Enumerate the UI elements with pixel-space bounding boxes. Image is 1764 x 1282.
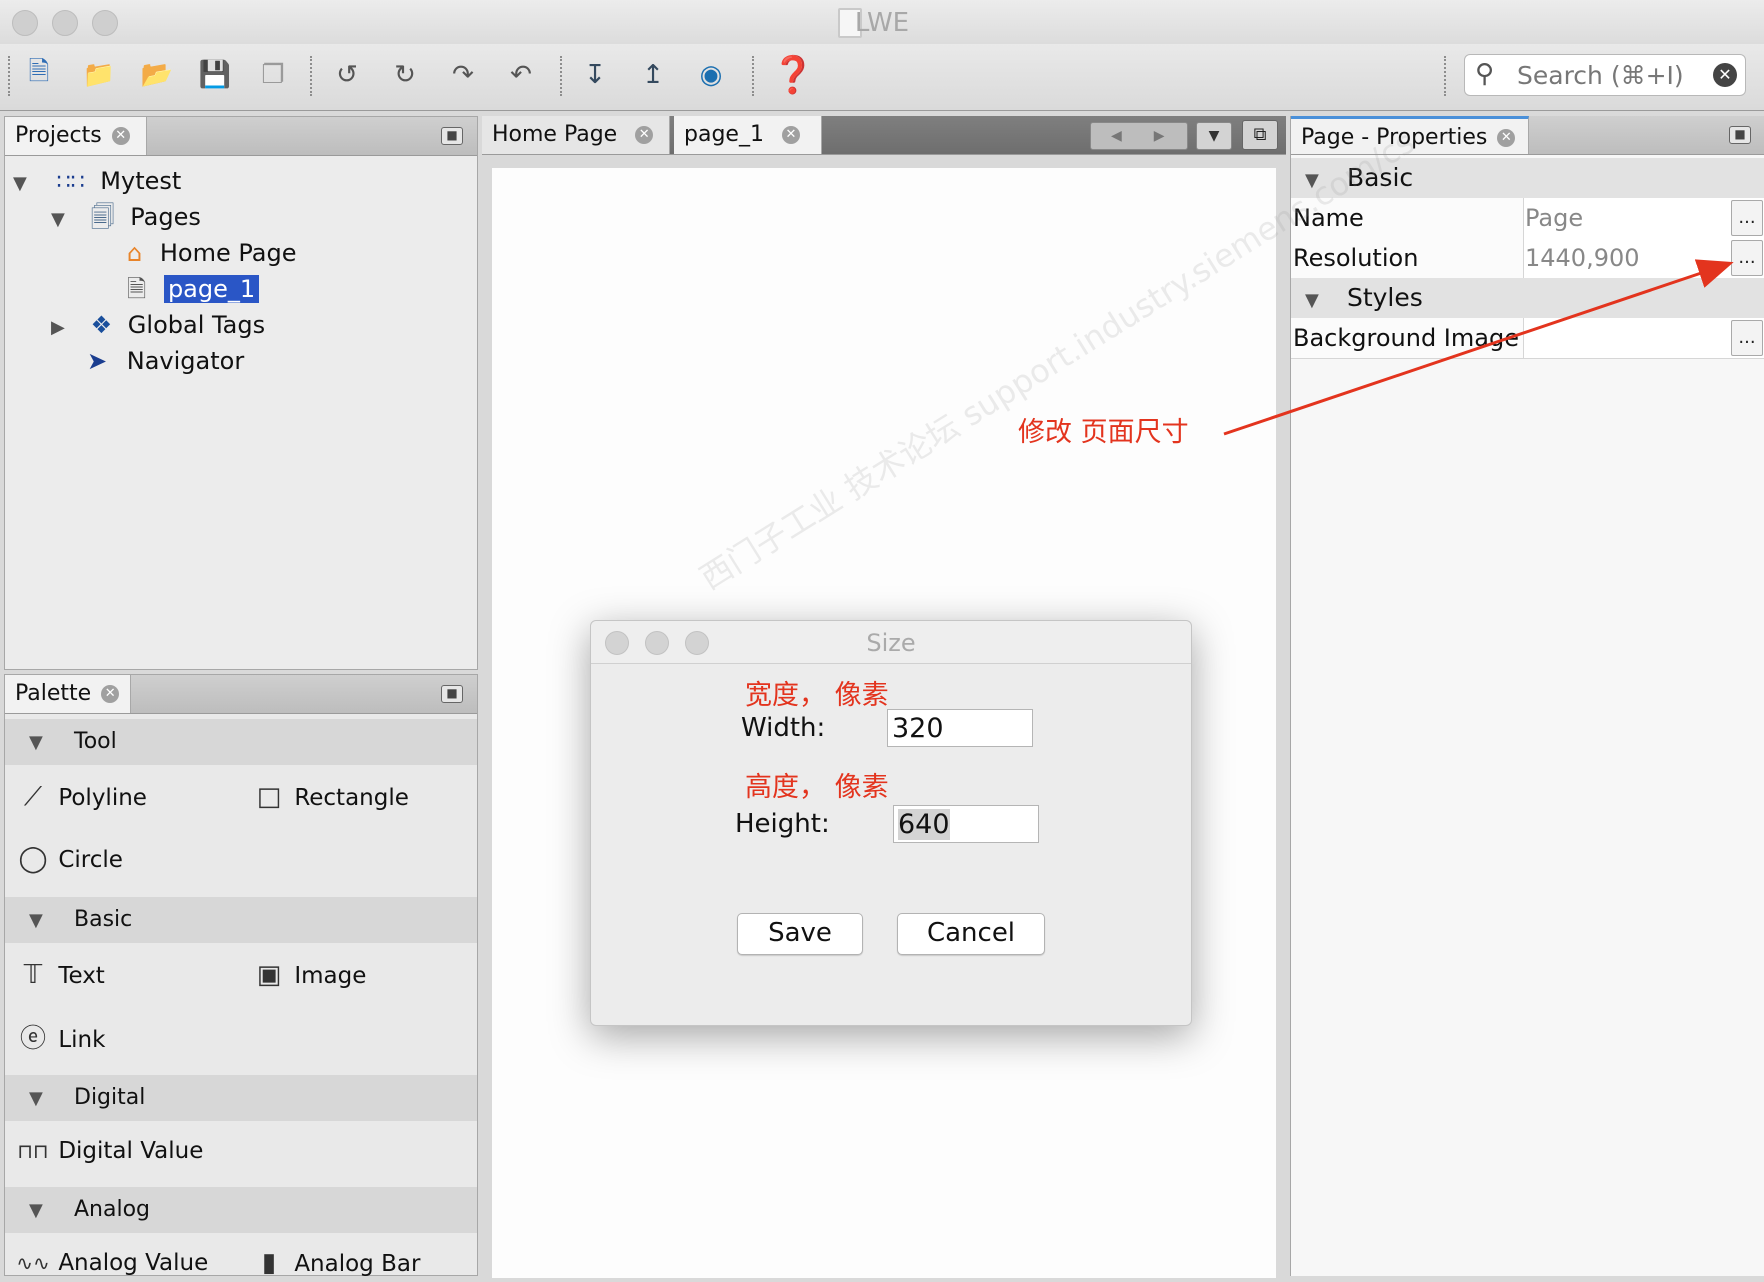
dialog-title: Size — [866, 629, 916, 657]
width-label: Width: — [741, 713, 826, 743]
height-label: Height: — [735, 809, 830, 839]
height-input[interactable]: 640 — [893, 805, 1039, 843]
width-annotation: 宽度， 像素 — [745, 680, 889, 711]
size-dialog: Size 宽度， 像素 Width: 320 高度， 像素 Height: 64… — [590, 620, 1192, 1026]
resize-annotation: 修改 页面尺寸 — [1018, 417, 1189, 448]
save-button[interactable]: Save — [737, 913, 863, 955]
height-value: 640 — [898, 809, 950, 840]
dialog-titlebar: Size — [591, 621, 1191, 664]
width-input[interactable]: 320 — [887, 709, 1033, 747]
cancel-button[interactable]: Cancel — [897, 913, 1045, 955]
height-annotation: 高度， 像素 — [745, 772, 889, 803]
